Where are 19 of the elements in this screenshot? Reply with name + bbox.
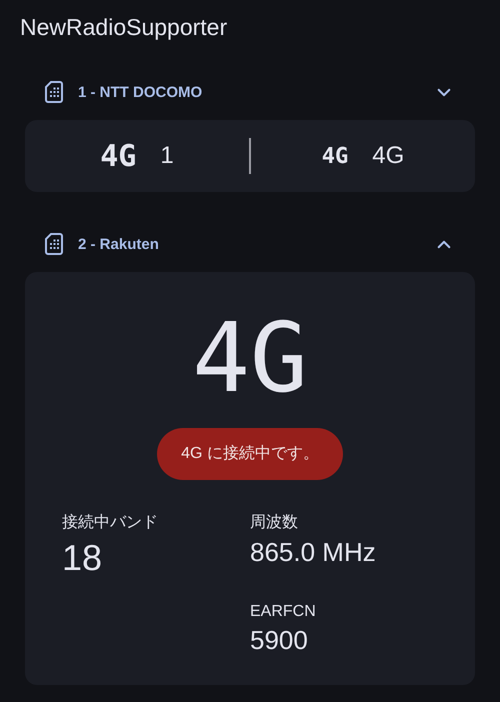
sim-card-icon (44, 232, 64, 256)
sim-name: 1 - NTT DOCOMO (78, 84, 204, 100)
field-value: 5900 (250, 625, 309, 656)
status-badge: 4G に接続中です。 (157, 428, 343, 480)
summary-value: 1 (160, 142, 174, 170)
field-label: 接続中バンド (62, 512, 159, 533)
field-value: 18 (62, 537, 104, 579)
summary-value: 4G (372, 142, 404, 170)
network-type-icon: 4G (322, 144, 348, 168)
sim-name: 2 - Rakuten (78, 236, 160, 252)
field-label: 周波数 (250, 512, 299, 533)
network-type-icon: 4G (100, 138, 136, 174)
network-type-label: 4G (192, 310, 308, 406)
field-label: EARFCN (250, 603, 317, 621)
chevron-icon (437, 240, 451, 248)
sim-card-icon (44, 80, 64, 104)
field-value: 865.0 MHz (250, 537, 377, 568)
app-title: NewRadioSupporter (20, 13, 228, 42)
chevron-icon (437, 88, 451, 96)
